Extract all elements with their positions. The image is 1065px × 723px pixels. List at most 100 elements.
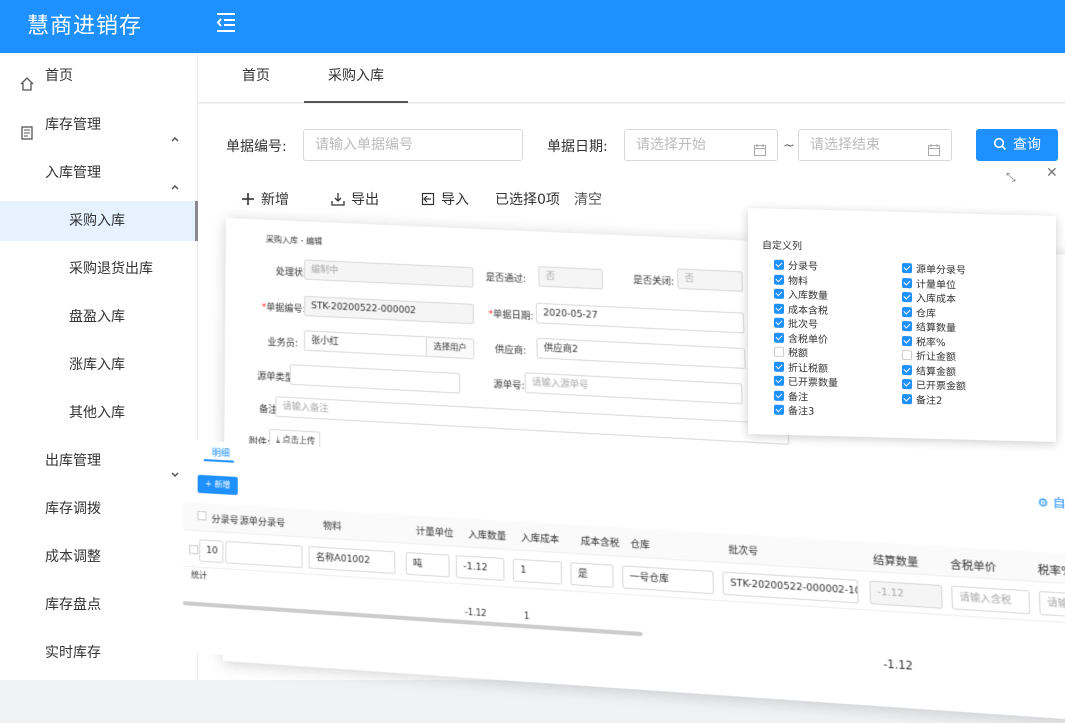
sidebar-item-stocktake[interactable]: 库存盘点 <box>0 585 198 625</box>
form-no-label-text: 单据编号: <box>266 303 306 316</box>
src-no-label: 源单号: <box>493 379 525 392</box>
plus-icon <box>242 193 254 205</box>
column-option-checkbox[interactable] <box>774 361 784 372</box>
query-button[interactable]: 查询 <box>976 129 1058 161</box>
qty-input[interactable]: -1.12 <box>455 555 505 581</box>
tab-purchase-in[interactable]: 采购入库 <box>304 53 408 103</box>
column-option-checkbox[interactable] <box>774 259 784 270</box>
entry-no-input[interactable]: 10 <box>199 539 224 564</box>
column-option-checkbox[interactable] <box>774 288 784 299</box>
sidebar-item-stock-out[interactable]: 出库管理 <box>0 441 198 481</box>
column-option-checkbox[interactable] <box>774 375 784 386</box>
doc-no-input[interactable]: 请输入单据编号 <box>303 129 523 161</box>
sidebar-item-gain-in[interactable]: 涨库入库 <box>0 345 198 385</box>
sidebar-item-purchase-return[interactable]: 采购退货出库 <box>0 249 198 289</box>
column-option-checkbox[interactable] <box>774 274 784 285</box>
status-select[interactable]: 编制中 <box>304 259 474 288</box>
sidebar-item-label: 实时库存 <box>45 645 101 661</box>
detail-add-button[interactable]: + 新增 <box>197 474 238 496</box>
column-option-checkbox[interactable] <box>774 346 784 357</box>
menu-fold-icon[interactable] <box>214 10 238 34</box>
import-button[interactable]: 导入 <box>421 189 469 209</box>
sidebar-item-realtime-stock[interactable]: 实时库存 <box>0 633 198 673</box>
sidebar-item-surplus-in[interactable]: 盘盈入库 <box>0 297 198 337</box>
end-date-input[interactable]: 请选择结束 <box>798 129 952 161</box>
column-option-checkbox[interactable] <box>902 292 912 303</box>
sidebar-item-transfer[interactable]: 库存调拨 <box>0 489 198 529</box>
material-select[interactable]: 名称A01002 <box>308 546 396 575</box>
settle-qty-input[interactable]: -1.12 <box>869 580 943 609</box>
column-option[interactable]: 税额 <box>774 344 808 360</box>
column-option[interactable]: 备注2 <box>902 391 942 407</box>
clerk-input[interactable]: 张小红 选择用户 <box>304 330 475 360</box>
column-option-checkbox[interactable] <box>902 393 912 404</box>
src-type-select[interactable] <box>289 364 461 394</box>
cost-input[interactable]: 1 <box>512 558 563 585</box>
tax-incl-select[interactable]: 是 <box>570 562 614 588</box>
approved-select[interactable]: 否 <box>538 266 604 290</box>
horizontal-scrollbar[interactable] <box>182 601 643 637</box>
column-option-checkbox[interactable] <box>774 332 784 343</box>
collapse-icon[interactable]: ⤡ <box>1006 170 1016 185</box>
col-price: 含税单价 <box>950 559 997 575</box>
column-option-label: 备注2 <box>916 394 943 407</box>
column-option-checkbox[interactable] <box>902 335 912 346</box>
remark-input[interactable]: 请输入备注 <box>275 396 790 445</box>
column-option-checkbox[interactable] <box>902 306 912 317</box>
sidebar-item-inventory[interactable]: 库存管理 <box>0 105 198 145</box>
doc-no-label: 单据编号: <box>226 139 287 155</box>
export-button[interactable]: 导出 <box>331 189 379 209</box>
export-label: 导出 <box>351 192 379 208</box>
form-date-label-text: 单据日期: <box>492 309 534 323</box>
column-option[interactable]: 备注 <box>774 387 808 403</box>
search-icon <box>993 137 1007 151</box>
sidebar-item-cost-adjust[interactable]: 成本调整 <box>0 537 198 577</box>
column-option[interactable]: 仓库 <box>902 304 936 319</box>
sidebar-item-other-in[interactable]: 其他入库 <box>0 393 198 433</box>
sidebar-item-home[interactable]: 首页 <box>0 56 198 96</box>
custom-columns-link[interactable]: ⚙ 自定义列 <box>1037 493 1065 514</box>
src-no-input[interactable]: 请输入源单号 <box>524 372 743 405</box>
sidebar-item-purchase-in[interactable]: 采购入库 <box>0 201 198 241</box>
supplier-select[interactable]: 供应商2 <box>536 337 746 369</box>
column-option-checkbox[interactable] <box>902 263 912 274</box>
add-button[interactable]: 新增 <box>241 189 289 209</box>
form-date-input[interactable]: 2020-05-27 <box>535 302 745 334</box>
column-option-checkbox[interactable] <box>774 404 784 415</box>
row-checkbox[interactable] <box>189 544 199 555</box>
closed-label: 是否关闭: <box>633 275 675 288</box>
column-option-checkbox[interactable] <box>902 321 912 332</box>
clear-link[interactable]: 清空 <box>574 189 602 209</box>
start-date-input[interactable]: 请选择开始 <box>624 129 778 161</box>
tab-home[interactable]: 首页 <box>228 53 284 103</box>
column-option[interactable]: 备注3 <box>774 402 814 418</box>
column-option-checkbox[interactable] <box>902 350 912 361</box>
tax-rate-input[interactable]: 请输入税率 <box>1038 590 1065 621</box>
column-option-checkbox[interactable] <box>774 317 784 328</box>
columns-panel-title: 自定义列 <box>762 240 802 253</box>
column-option-checkbox[interactable] <box>902 379 912 390</box>
unit-select[interactable]: 吨 <box>405 551 450 578</box>
close-icon[interactable]: ✕ <box>1046 165 1058 181</box>
detail-select-all-checkbox[interactable] <box>197 510 207 521</box>
calendar-icon <box>927 138 941 156</box>
form-date-label: *单据日期: <box>488 309 534 323</box>
col-tax-rate: 税率% <box>1037 564 1065 579</box>
warehouse-select[interactable]: 一号仓库 <box>621 565 715 595</box>
sidebar-item-stock-in[interactable]: 入库管理 <box>0 153 198 193</box>
column-option-checkbox[interactable] <box>774 303 784 314</box>
sidebar-item-label: 入库管理 <box>45 165 101 181</box>
price-input[interactable]: 请输入含税 <box>951 585 1031 615</box>
column-option-checkbox[interactable] <box>774 390 784 401</box>
select-user-button[interactable]: 选择用户 <box>425 337 474 359</box>
sidebar-item-label: 盘盈入库 <box>69 309 125 325</box>
column-option-checkbox[interactable] <box>902 364 912 375</box>
batch-input[interactable]: STK-20200522-000002-10 <box>722 571 859 604</box>
sidebar-item-label: 库存管理 <box>45 117 101 133</box>
tab-detail[interactable]: 明细 <box>212 445 230 459</box>
closed-select[interactable]: 否 <box>676 268 744 292</box>
column-option-checkbox[interactable] <box>902 277 912 288</box>
column-option[interactable]: 物料 <box>774 271 808 287</box>
form-no-input[interactable]: STK-20200522-000002 <box>304 295 474 325</box>
src-entry-input[interactable] <box>225 540 303 569</box>
